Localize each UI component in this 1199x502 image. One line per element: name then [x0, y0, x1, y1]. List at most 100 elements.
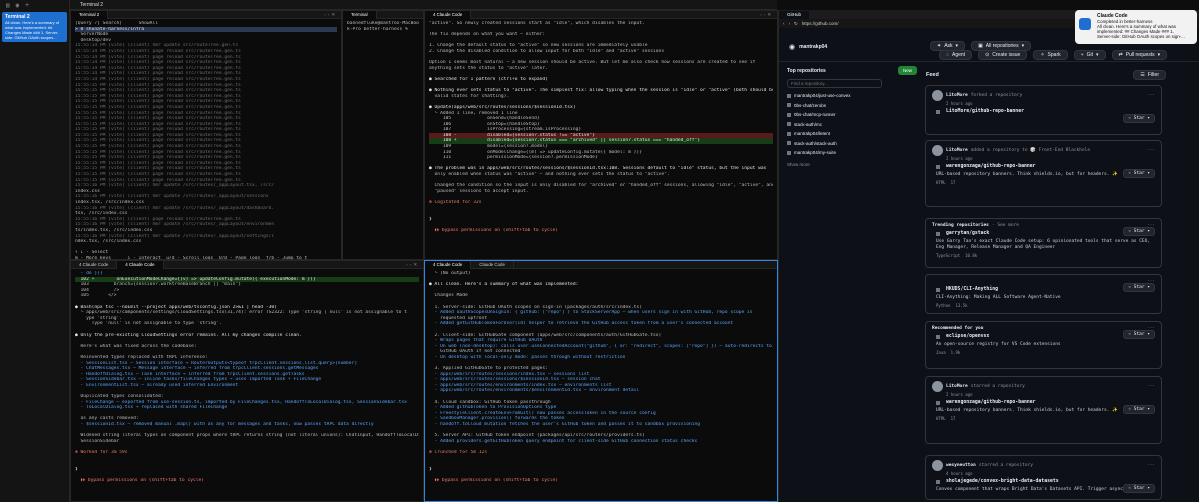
feed-repo[interactable]: HKUDS/CLI-Anything	[946, 287, 998, 292]
show-more-link[interactable]: Show more	[787, 162, 917, 167]
feed-card: LitoMore forked a repository ··· 2 hours ag…	[925, 85, 1162, 135]
create-issue-button[interactable]: ⊙ Create issue	[978, 50, 1028, 60]
terminal-pane-1[interactable]: Terminal 2 ▫▫✕ [Query ✓] Search] ShowAll >…	[70, 10, 342, 260]
feed-actor[interactable]: Trending repositories	[932, 223, 989, 228]
more-icon[interactable]: ···	[1147, 148, 1155, 153]
tab-claude-code-c[interactable]: 4 Claude Code	[425, 261, 472, 269]
window-title: Terminal 2	[80, 1, 104, 8]
star-button[interactable]: ☆ Star ▾	[1123, 169, 1155, 178]
repo-name: 0bs-chat/mcp-runner	[794, 112, 836, 118]
claude-toast[interactable]: Claude Code Completed in better-harness …	[1075, 10, 1197, 44]
agent-button[interactable]: ◌ Agent	[939, 50, 973, 60]
output-line: ● Nothing ever sets status to "active". …	[429, 88, 773, 94]
repo-item[interactable]: 0bs-chat/mcp-runner	[787, 110, 917, 120]
star-button[interactable]: ☆ Star ▾	[1123, 405, 1155, 414]
tab-claude-code-a[interactable]: 4 Claude Code	[71, 261, 118, 269]
new-repo-button[interactable]: New	[897, 66, 917, 75]
more-icon[interactable]: ···	[1147, 384, 1155, 389]
tab-terminal-2[interactable]: Terminal 2	[71, 11, 109, 19]
star-label: Star	[1133, 229, 1145, 234]
feed-repo[interactable]: sholajegede/convex-bright-data-datasets	[946, 479, 1059, 484]
filter-icon: ☰	[1140, 72, 1145, 78]
browser-tab-github[interactable]: GitHub	[779, 10, 810, 19]
star-button[interactable]: ☆ Star ▾	[1123, 484, 1155, 493]
avatar[interactable]	[932, 381, 943, 392]
spark-label: Spark	[1047, 52, 1061, 58]
git-label: Git	[1086, 52, 1094, 58]
claude-code-pane-top[interactable]: 4 Claude Code ▫▫✕ "active". So newly crea…	[424, 10, 778, 260]
repo-item[interactable]: mantrakp04/just-use-convex	[787, 91, 917, 101]
repo-item[interactable]: mantrakp04/my-suite	[787, 148, 917, 158]
username[interactable]: mantrakp04	[799, 44, 827, 50]
repo-item[interactable]: stack-auth/mc	[787, 120, 917, 130]
star-icon: ☆	[1128, 332, 1132, 337]
avatar[interactable]	[932, 145, 943, 156]
tab-claude-code-d[interactable]: Claude Code	[471, 261, 514, 269]
pane-controls[interactable]: ▫▫✕	[406, 262, 423, 268]
tab-terminal[interactable]: Terminal	[343, 11, 377, 19]
sidebar-toggle-icon[interactable]: ▤	[6, 2, 10, 9]
star-label: Star	[1133, 285, 1145, 290]
reload-icon[interactable]: ↻	[794, 21, 798, 27]
feed-repo[interactable]: eclipse/openvsx	[946, 334, 989, 339]
star-button[interactable]: ☆ Star ▾	[1123, 114, 1155, 123]
pull-requests-button[interactable]: ⇄ Pull requests ▾	[1111, 50, 1168, 60]
pane-controls[interactable]: ▫▫✕	[324, 12, 341, 18]
find-repo-input[interactable]	[787, 79, 882, 88]
window-title-bar: Terminal 2	[70, 0, 777, 10]
tab-claude-code[interactable]: 4 Claude Code	[425, 11, 472, 19]
github-icon[interactable]: ◉	[16, 2, 20, 9]
feed-stars: 17	[950, 180, 956, 185]
more-icon[interactable]: ···	[1147, 93, 1155, 98]
repo-item[interactable]: stack-auth/stack-auth	[787, 139, 917, 149]
github-logo-icon[interactable]: ◉	[789, 43, 795, 51]
star-icon: ☆	[1128, 229, 1132, 234]
repo-name: mantrakp04/letent	[794, 131, 831, 137]
tab-claude-code-b[interactable]: 4 Claude Code	[117, 261, 164, 269]
forward-icon[interactable]: ›	[789, 21, 791, 26]
back-icon[interactable]: ‹	[783, 21, 785, 26]
feed-desc: An open-source registry for VS Code exte…	[936, 342, 1061, 347]
claude-code-pane-right[interactable]: 4 Claude Code Claude Code └ (No output) ● …	[424, 260, 778, 502]
feed-repo[interactable]: garrytan/gstack	[946, 231, 989, 236]
terminal-pane-2[interactable]: Terminal bannedfluke@mantrox-MacBoo k-Pro…	[342, 10, 424, 260]
feed-actor[interactable]: wesyneutton	[946, 463, 976, 468]
claude-output: - do }}} 102 + onExecutionModeChange={(v…	[71, 269, 423, 486]
pane-controls[interactable]: ▫▫✕	[760, 12, 777, 18]
agent-label: Agent	[951, 52, 966, 58]
add-icon[interactable]: +	[25, 2, 29, 9]
star-icon: ☆	[1128, 116, 1132, 121]
feed-lang: Java	[936, 350, 946, 355]
repo-item[interactable]: 0bs-chat/zerobs	[787, 101, 917, 111]
filter-button[interactable]: ☰ Filter	[1133, 70, 1166, 80]
feed-actor[interactable]: Recommended for you	[932, 326, 983, 331]
spark-button[interactable]: ✧ Spark	[1033, 50, 1068, 60]
avatar[interactable]	[932, 90, 943, 101]
feed-actor[interactable]: LitoMore	[946, 384, 968, 389]
star-button[interactable]: ☆ Star ▾	[1123, 330, 1155, 339]
url-text[interactable]: https://github.com/	[802, 21, 839, 26]
repo-item[interactable]: mantrakp04/letent	[787, 129, 917, 139]
repo-owner-icon	[936, 164, 940, 169]
claude-code-pane-left[interactable]: 4 Claude Code 4 Claude Code ▫▫✕ - do }}} 1…	[70, 260, 424, 502]
repo-name: mantrakp04/just-use-convex	[794, 93, 851, 99]
feed-repo[interactable]: warengonzaga/github-repo-banner	[946, 400, 1036, 405]
feed-card: Recommended for you ··· eclipse/openvsx An …	[925, 321, 1162, 369]
star-button[interactable]: ☆ Star ▾	[1123, 227, 1155, 236]
git-button[interactable]: ⑂ Git ▾	[1073, 50, 1106, 60]
issue-icon: ⊙	[985, 52, 990, 58]
feed-action: forked a repository	[970, 93, 1023, 98]
feed-repo[interactable]: warengonzaga/github-repo-banner	[946, 164, 1036, 169]
feed-actor[interactable]: LitoMore	[946, 93, 968, 98]
avatar[interactable]	[932, 460, 943, 471]
feed-desc: Use Garry Tan's exact Claude Code setup:…	[936, 239, 1151, 250]
feed-actor[interactable]: LitoMore	[946, 148, 968, 153]
repo-owner-icon	[936, 287, 940, 292]
claude-output: "active". So newly created sessions star…	[425, 19, 777, 236]
filter-label: Filter	[1147, 72, 1159, 78]
more-icon[interactable]: ···	[1147, 463, 1155, 468]
star-button[interactable]: ☆ Star ▾	[1123, 283, 1155, 292]
feed-repo[interactable]: LitoMore/github-repo-banner	[946, 109, 1024, 114]
repo-avatar-icon	[787, 122, 791, 127]
terminal-notification[interactable]: Terminal 2 All clean. Here's a summary o…	[2, 12, 67, 42]
